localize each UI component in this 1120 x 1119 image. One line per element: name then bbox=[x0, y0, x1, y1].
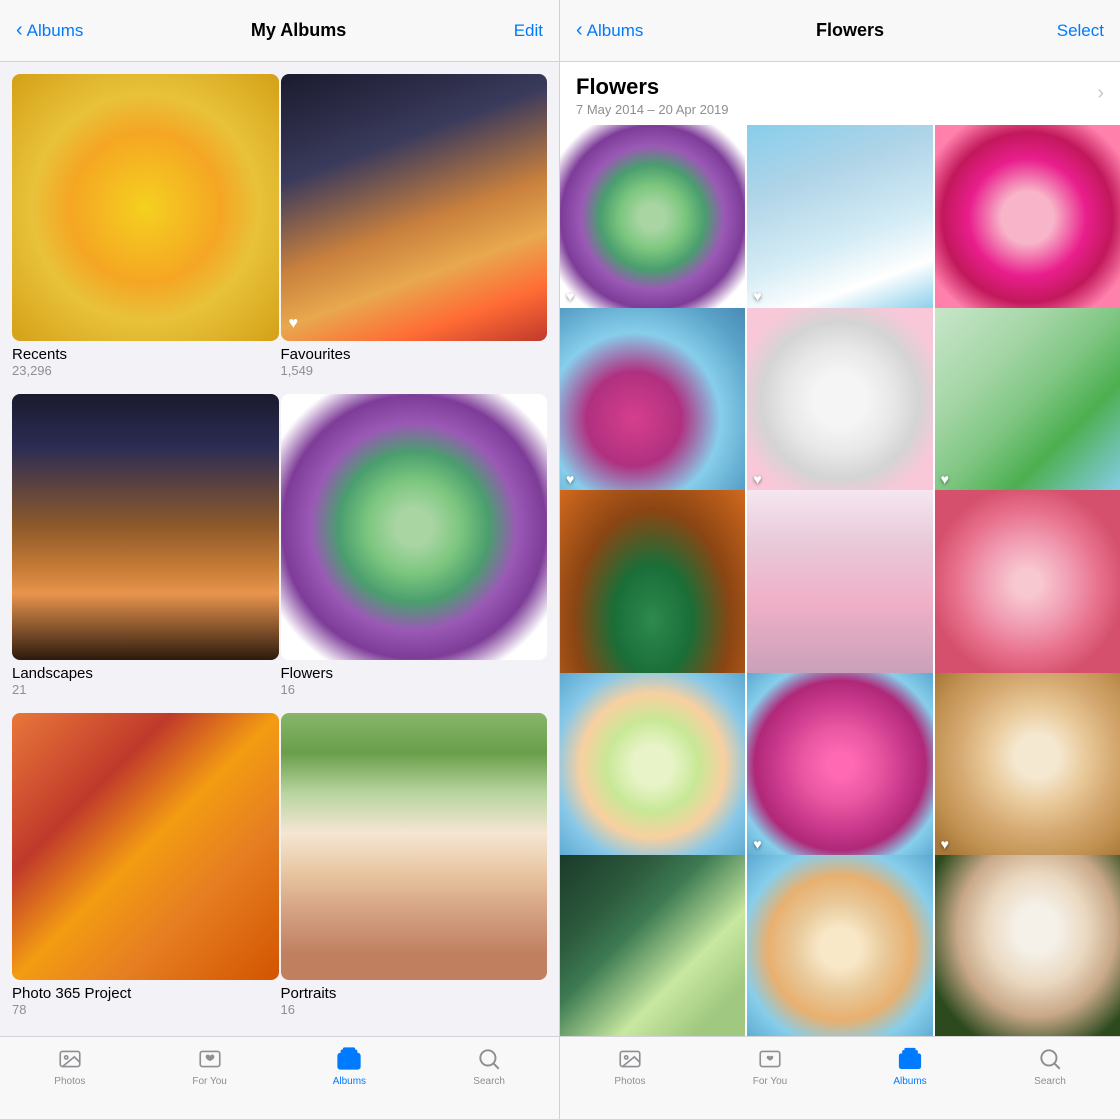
album-thumb-portraits bbox=[281, 713, 548, 980]
photo-cell-7[interactable] bbox=[560, 490, 745, 675]
right-back-label: Albums bbox=[587, 21, 644, 41]
left-tab-albums-label: Albums bbox=[333, 1076, 366, 1087]
album-thumb-flowers bbox=[281, 394, 548, 661]
album-thumb-recents bbox=[12, 74, 279, 341]
album-name-flowers: Flowers bbox=[281, 665, 548, 682]
right-chevron-left-icon: ‹ bbox=[576, 19, 583, 42]
right-nav-bar: ‹ Albums Flowers Select bbox=[560, 0, 1120, 62]
flowers-chevron-right-icon[interactable]: › bbox=[1097, 82, 1104, 105]
left-panel: ‹ Albums My Albums Edit Recents 23,296 ♥… bbox=[0, 0, 560, 1119]
photo-cell-4[interactable]: ♥ bbox=[560, 308, 745, 493]
flowers-date-range: 7 May 2014 – 20 Apr 2019 bbox=[576, 102, 729, 117]
heart-icon-p12: ♥ bbox=[941, 836, 949, 852]
album-count-favourites: 1,549 bbox=[281, 363, 548, 378]
photo-cell-2[interactable]: ♥ bbox=[747, 125, 932, 310]
left-tab-foryou[interactable]: For You bbox=[140, 1045, 280, 1087]
photo-cell-8[interactable] bbox=[747, 490, 932, 675]
left-tab-photos-label: Photos bbox=[54, 1076, 85, 1087]
album-item-favourites[interactable]: ♥ Favourites 1,549 bbox=[281, 74, 548, 378]
right-tab-bar: Photos For You Albums bbox=[560, 1036, 1120, 1119]
flowers-header-text: Flowers 7 May 2014 – 20 Apr 2019 bbox=[576, 74, 729, 117]
heart-icon-p2: ♥ bbox=[753, 288, 761, 304]
left-back-label: Albums bbox=[27, 21, 84, 41]
album-name-portraits: Portraits bbox=[281, 985, 548, 1002]
left-nav-bar: ‹ Albums My Albums Edit bbox=[0, 0, 559, 62]
right-tab-foryou-label: For You bbox=[753, 1076, 787, 1087]
heart-icon-p1: ♥ bbox=[566, 288, 574, 304]
album-name-photo365: Photo 365 Project bbox=[12, 985, 279, 1002]
right-panel: ‹ Albums Flowers Select Flowers 7 May 20… bbox=[560, 0, 1120, 1119]
albums-icon-active bbox=[335, 1045, 363, 1073]
album-thumb-landscapes bbox=[12, 394, 279, 661]
search-icon-left bbox=[475, 1045, 503, 1073]
left-tab-bar: Photos For You Albums bbox=[0, 1036, 559, 1119]
photo-cell-1[interactable]: ♥ bbox=[560, 125, 745, 310]
photo-cell-5[interactable]: ♥ bbox=[747, 308, 932, 493]
album-count-portraits: 16 bbox=[281, 1002, 548, 1017]
left-tab-foryou-label: For You bbox=[192, 1076, 226, 1087]
heart-icon-p5: ♥ bbox=[753, 471, 761, 487]
heart-icon-p6: ♥ bbox=[941, 471, 949, 487]
photo-cell-10[interactable] bbox=[560, 673, 745, 858]
photos-grid: ♥ ♥ ♥ ♥ ♥ ♥ ♥ bbox=[560, 125, 1120, 1036]
right-nav-title: Flowers bbox=[816, 20, 884, 41]
left-tab-albums[interactable]: Albums bbox=[280, 1045, 420, 1087]
album-count-flowers: 16 bbox=[281, 682, 548, 697]
right-tab-albums-label: Albums bbox=[893, 1076, 926, 1087]
for-you-icon bbox=[196, 1045, 224, 1073]
album-thumb-favourites: ♥ bbox=[281, 74, 548, 341]
photo-cell-14[interactable] bbox=[747, 855, 932, 1036]
right-select-button[interactable]: Select bbox=[1057, 21, 1104, 41]
photo-cell-9[interactable] bbox=[935, 490, 1120, 675]
heart-icon-p11: ♥ bbox=[753, 836, 761, 852]
left-tab-search[interactable]: Search bbox=[419, 1045, 559, 1087]
album-name-recents: Recents bbox=[12, 346, 279, 363]
album-item-portraits[interactable]: Portraits 16 bbox=[281, 713, 548, 1017]
album-count-recents: 23,296 bbox=[12, 363, 279, 378]
album-item-photo365[interactable]: Photo 365 Project 78 bbox=[12, 713, 279, 1017]
right-tab-search[interactable]: Search bbox=[980, 1045, 1120, 1087]
right-tab-albums[interactable]: Albums bbox=[840, 1045, 980, 1087]
album-count-landscapes: 21 bbox=[12, 682, 279, 697]
photo-cell-3[interactable] bbox=[935, 125, 1120, 310]
album-item-landscapes[interactable]: Landscapes 21 bbox=[12, 394, 279, 698]
right-back-button[interactable]: ‹ Albums bbox=[576, 19, 643, 42]
heart-icon-p4: ♥ bbox=[566, 471, 574, 487]
left-nav-title: My Albums bbox=[251, 20, 346, 41]
right-foryou-icon bbox=[756, 1045, 784, 1073]
photos-icon bbox=[56, 1045, 84, 1073]
album-count-photo365: 78 bbox=[12, 1002, 279, 1017]
right-tab-search-label: Search bbox=[1034, 1076, 1066, 1087]
photo-cell-11[interactable]: ♥ bbox=[747, 673, 932, 858]
left-edit-button[interactable]: Edit bbox=[514, 21, 543, 41]
right-search-icon bbox=[1036, 1045, 1064, 1073]
album-item-recents[interactable]: Recents 23,296 bbox=[12, 74, 279, 378]
left-tab-search-label: Search bbox=[473, 1076, 505, 1087]
heart-icon-favourites: ♥ bbox=[289, 315, 299, 333]
photo-cell-13[interactable] bbox=[560, 855, 745, 1036]
album-item-flowers[interactable]: Flowers 16 bbox=[281, 394, 548, 698]
photo-cell-6[interactable]: ♥ bbox=[935, 308, 1120, 493]
albums-grid: Recents 23,296 ♥ Favourites 1,549 Landsc… bbox=[0, 62, 559, 1036]
right-tab-foryou[interactable]: For You bbox=[700, 1045, 840, 1087]
left-tab-photos[interactable]: Photos bbox=[0, 1045, 140, 1087]
chevron-left-icon: ‹ bbox=[16, 19, 23, 42]
album-name-favourites: Favourites bbox=[281, 346, 548, 363]
right-photos-icon bbox=[616, 1045, 644, 1073]
flowers-album-title: Flowers bbox=[576, 74, 729, 100]
flowers-header: Flowers 7 May 2014 – 20 Apr 2019 › bbox=[560, 62, 1120, 125]
right-tab-photos-label: Photos bbox=[614, 1076, 645, 1087]
right-albums-icon bbox=[896, 1045, 924, 1073]
left-back-button[interactable]: ‹ Albums bbox=[16, 19, 83, 42]
right-tab-photos[interactable]: Photos bbox=[560, 1045, 700, 1087]
album-thumb-photo365 bbox=[12, 713, 279, 980]
photo-cell-12[interactable]: ♥ bbox=[935, 673, 1120, 858]
photo-cell-15[interactable] bbox=[935, 855, 1120, 1036]
album-name-landscapes: Landscapes bbox=[12, 665, 279, 682]
